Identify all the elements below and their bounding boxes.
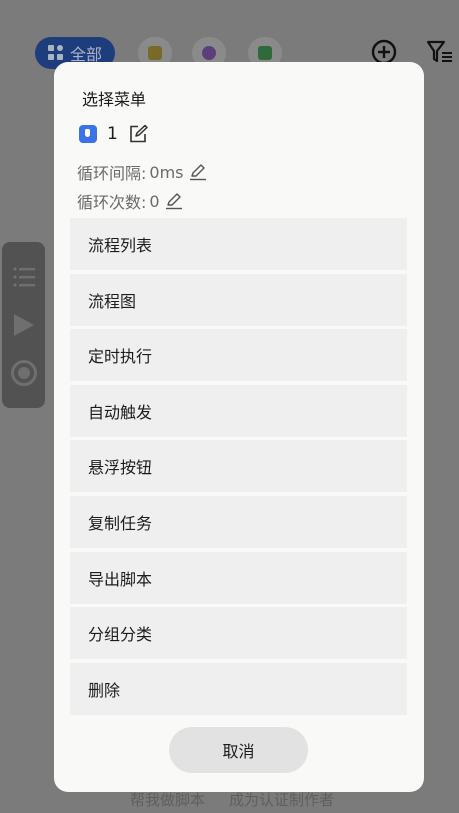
menu-item-delete[interactable]: 删除: [70, 662, 407, 715]
select-menu-dialog: 选择菜单 1 循环间隔: 0ms 循环次数: 0 流程列表 流程图 定时执行 自…: [54, 62, 424, 792]
task-touch-icon: [79, 125, 97, 143]
count-value: 0: [149, 191, 160, 211]
interval-row[interactable]: 循环间隔: 0ms: [77, 160, 207, 184]
menu-item-scheduled-run[interactable]: 定时执行: [70, 329, 407, 382]
list-icon[interactable]: [13, 266, 35, 288]
play-icon[interactable]: [14, 314, 34, 336]
dialog-title: 选择菜单: [82, 90, 147, 109]
floating-control-panel: [2, 242, 45, 408]
pencil-icon[interactable]: [189, 163, 207, 181]
task-name: 1: [107, 124, 118, 144]
menu-item-export-script[interactable]: 导出脚本: [70, 551, 407, 604]
grid-icon: [47, 45, 64, 61]
become-certified-maker-link[interactable]: 成为认证制作者: [229, 789, 334, 810]
cancel-button[interactable]: 取消: [169, 727, 308, 773]
menu-item-flow-list[interactable]: 流程列表: [70, 218, 407, 270]
interval-label: 循环间隔:: [77, 164, 147, 183]
count-label: 循环次数:: [77, 193, 147, 212]
edit-name-icon[interactable]: [128, 124, 148, 144]
menu-item-floating-button[interactable]: 悬浮按钮: [70, 440, 407, 493]
menu-list: 流程列表 流程图 定时执行 自动触发 悬浮按钮 复制任务 导出脚本 分组分类 删…: [70, 218, 407, 718]
menu-item-group-category[interactable]: 分组分类: [70, 607, 407, 660]
menu-item-copy-task[interactable]: 复制任务: [70, 495, 407, 548]
record-icon[interactable]: [11, 360, 37, 386]
help-make-script-link[interactable]: 帮我做脚本: [130, 789, 205, 810]
interval-value: 0ms: [149, 162, 184, 182]
bottom-links: 帮我做脚本 成为认证制作者: [130, 789, 334, 810]
menu-item-auto-trigger[interactable]: 自动触发: [70, 384, 407, 437]
pencil-icon[interactable]: [165, 192, 183, 210]
task-row: 1: [79, 124, 148, 144]
count-row[interactable]: 循环次数: 0: [77, 189, 183, 213]
filter-icon[interactable]: [425, 37, 455, 67]
menu-item-flow-chart[interactable]: 流程图: [70, 273, 407, 326]
